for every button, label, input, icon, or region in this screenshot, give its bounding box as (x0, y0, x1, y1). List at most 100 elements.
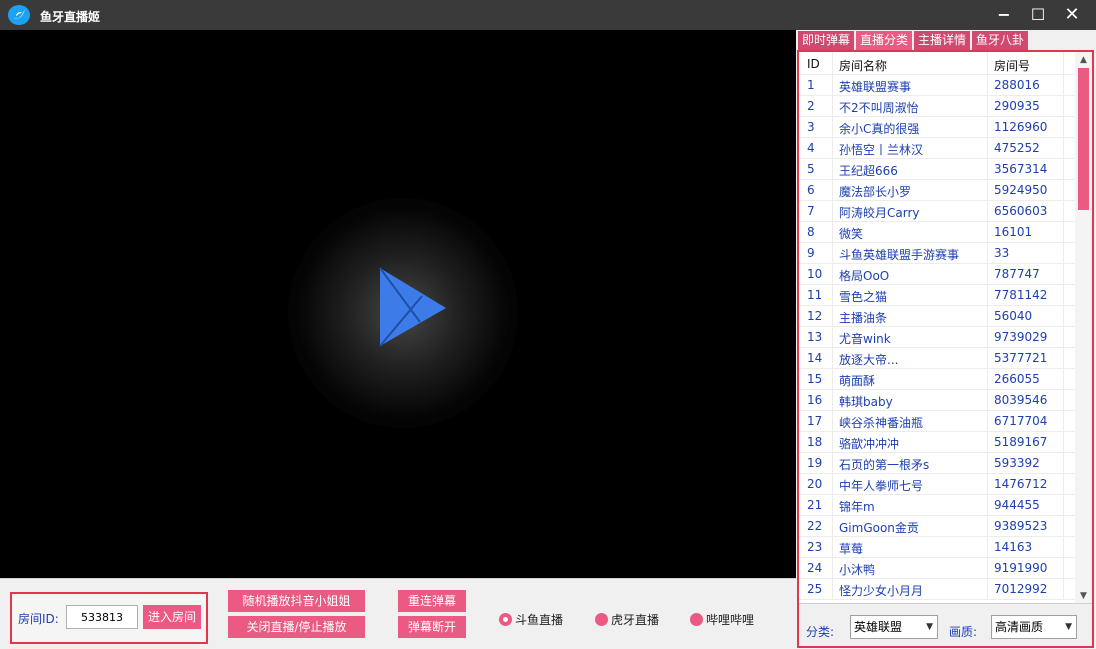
table-row[interactable]: 21 锦年m 944455 (799, 495, 1075, 516)
title-bar: 鱼牙直播姬 − ☐ ✕ (0, 0, 1096, 30)
row-room-name: 石页的第一根矛s (839, 458, 930, 472)
row-id: 9 (807, 246, 815, 260)
column-header-id[interactable]: ID (807, 57, 820, 71)
row-room-number: 9191990 (994, 561, 1048, 575)
row-id: 15 (807, 372, 823, 386)
close-button[interactable]: ✕ (1058, 4, 1086, 26)
table-row[interactable]: 24 小沐鸭 9191990 (799, 558, 1075, 579)
row-id: 18 (807, 435, 823, 449)
close-live-button[interactable]: 关闭直播/停止播放 (228, 616, 365, 638)
column-header-name[interactable]: 房间名称 (839, 57, 887, 74)
category-select-value: 英雄联盟 (854, 620, 903, 634)
table-row[interactable]: 11 雪色之猫 7781142 (799, 285, 1075, 306)
minimize-button[interactable]: − (990, 4, 1018, 26)
table-row[interactable]: 14 放逐大帝... 5377721 (799, 348, 1075, 369)
play-icon[interactable] (376, 266, 450, 348)
table-row[interactable]: 17 峡谷杀神番油瓶 6717704 (799, 411, 1075, 432)
row-id: 12 (807, 309, 823, 323)
scrollbar[interactable]: ▲ ▼ (1075, 52, 1092, 603)
table-row[interactable]: 8 微笑 16101 (799, 222, 1075, 243)
row-id: 5 (807, 162, 815, 176)
table-row[interactable]: 12 主播油条 56040 (799, 306, 1075, 327)
table-row[interactable]: 25 怪力少女小月月 7012992 (799, 579, 1075, 600)
reconnect-danmaku-button[interactable]: 重连弹幕 (398, 590, 466, 612)
row-id: 22 (807, 519, 823, 533)
row-room-number: 944455 (994, 498, 1040, 512)
row-room-name: 小沐鸭 (839, 563, 876, 577)
tab-bar: 即时弹幕 直播分类 主播详情 鱼牙八卦 (798, 31, 1030, 50)
row-room-number: 593392 (994, 456, 1040, 470)
table-row[interactable]: 23 草莓 14163 (799, 537, 1075, 558)
chevron-down-icon: ▼ (1065, 622, 1072, 632)
radio-bilibili[interactable]: 哔哩哔哩 (690, 611, 754, 628)
row-room-name: 英雄联盟赛事 (839, 80, 912, 94)
bird-logo-icon (8, 5, 30, 25)
row-room-number: 33 (994, 246, 1010, 260)
column-header-room[interactable]: 房间号 (994, 57, 1030, 74)
room-list[interactable]: ID 房间名称 房间号 1 英雄联盟赛事 288016 2 不2不叫周淑怡 290935 3… (799, 52, 1092, 604)
radio-douyu[interactable]: 斗鱼直播 (499, 611, 563, 628)
row-room-name: 魔法部长小罗 (839, 185, 912, 199)
scroll-down-icon[interactable]: ▼ (1075, 588, 1092, 603)
scroll-thumb[interactable] (1078, 68, 1089, 210)
row-room-number: 1126960 (994, 120, 1048, 134)
row-room-number: 14163 (994, 540, 1033, 554)
row-id: 17 (807, 414, 823, 428)
row-id: 10 (807, 267, 823, 281)
table-row[interactable]: 18 骆歆冲冲冲 5189167 (799, 432, 1075, 453)
radio-bilibili-label: 哔哩哔哩 (706, 613, 755, 627)
table-row[interactable]: 13 尤音wink 9739029 (799, 327, 1075, 348)
room-id-group: 房间ID: 进入房间 (10, 592, 208, 644)
table-row[interactable]: 5 王纪超666 3567314 (799, 159, 1075, 180)
row-id: 20 (807, 477, 823, 491)
disconnect-danmaku-button[interactable]: 弹幕断开 (398, 616, 466, 638)
table-row[interactable]: 16 韩琪baby 8039546 (799, 390, 1075, 411)
row-room-name: 不2不叫周淑怡 (839, 101, 919, 115)
quality-select-value: 高清画质 (995, 620, 1044, 634)
row-id: 7 (807, 204, 815, 218)
scroll-up-icon[interactable]: ▲ (1075, 52, 1092, 68)
row-room-number: 787747 (994, 267, 1040, 281)
radio-douyu-label: 斗鱼直播 (515, 613, 564, 627)
tab-gossip[interactable]: 鱼牙八卦 (972, 31, 1029, 50)
radio-huya[interactable]: 虎牙直播 (595, 611, 659, 628)
table-row[interactable]: 2 不2不叫周淑怡 290935 (799, 96, 1075, 117)
video-player[interactable] (0, 30, 796, 578)
row-room-name: 尤音wink (839, 332, 891, 346)
tab-streamer-detail[interactable]: 主播详情 (914, 31, 971, 50)
tab-live-category[interactable]: 直播分类 (856, 31, 913, 50)
table-row[interactable]: 6 魔法部长小罗 5924950 (799, 180, 1075, 201)
random-play-button[interactable]: 随机播放抖音小姐姐 (228, 590, 365, 612)
row-room-number: 6717704 (994, 414, 1048, 428)
right-panel: 即时弹幕 直播分类 主播详情 鱼牙八卦 ID 房间名称 房间号 1 英雄联盟赛事 2… (796, 30, 1096, 649)
table-row[interactable]: 3 余小C真的很强 1126960 (799, 117, 1075, 138)
table-row[interactable]: 9 斗鱼英雄联盟手游赛事 33 (799, 243, 1075, 264)
category-select[interactable]: 英雄联盟 ▼ (850, 615, 938, 639)
row-room-name: 主播油条 (839, 311, 888, 325)
quality-select[interactable]: 高清画质 ▼ (991, 615, 1077, 639)
row-room-number: 266055 (994, 372, 1040, 386)
table-row[interactable]: 4 孙悟空丨兰林汉 475252 (799, 138, 1075, 159)
row-room-name: 孙悟空丨兰林汉 (839, 143, 924, 157)
row-id: 11 (807, 288, 823, 302)
table-row[interactable]: 20 中年人拳师七号 1476712 (799, 474, 1075, 495)
quality-label: 画质: (949, 625, 978, 639)
room-id-input[interactable] (66, 605, 138, 629)
table-row[interactable]: 7 阿涛皎月Carry 6560603 (799, 201, 1075, 222)
table-row[interactable]: 22 GimGoon金贡 9389523 (799, 516, 1075, 537)
row-id: 21 (807, 498, 823, 512)
window-title: 鱼牙直播姬 (40, 10, 101, 24)
table-row[interactable]: 15 萌面酥 266055 (799, 369, 1075, 390)
table-row[interactable]: 19 石页的第一根矛s 593392 (799, 453, 1075, 474)
row-room-number: 8039546 (994, 393, 1048, 407)
tab-live-danmaku[interactable]: 即时弹幕 (798, 31, 855, 50)
enter-room-button[interactable]: 进入房间 (143, 605, 201, 629)
row-room-name: 骆歆冲冲冲 (839, 437, 900, 451)
table-row[interactable]: 10 格局OoO 787747 (799, 264, 1075, 285)
maximize-button[interactable]: ☐ (1024, 4, 1052, 26)
row-id: 3 (807, 120, 815, 134)
table-row[interactable]: 1 英雄联盟赛事 288016 (799, 75, 1075, 96)
row-room-name: 格局OoO (839, 269, 890, 283)
row-room-name: 斗鱼英雄联盟手游赛事 (839, 248, 960, 262)
radio-unselected-icon (595, 613, 608, 626)
